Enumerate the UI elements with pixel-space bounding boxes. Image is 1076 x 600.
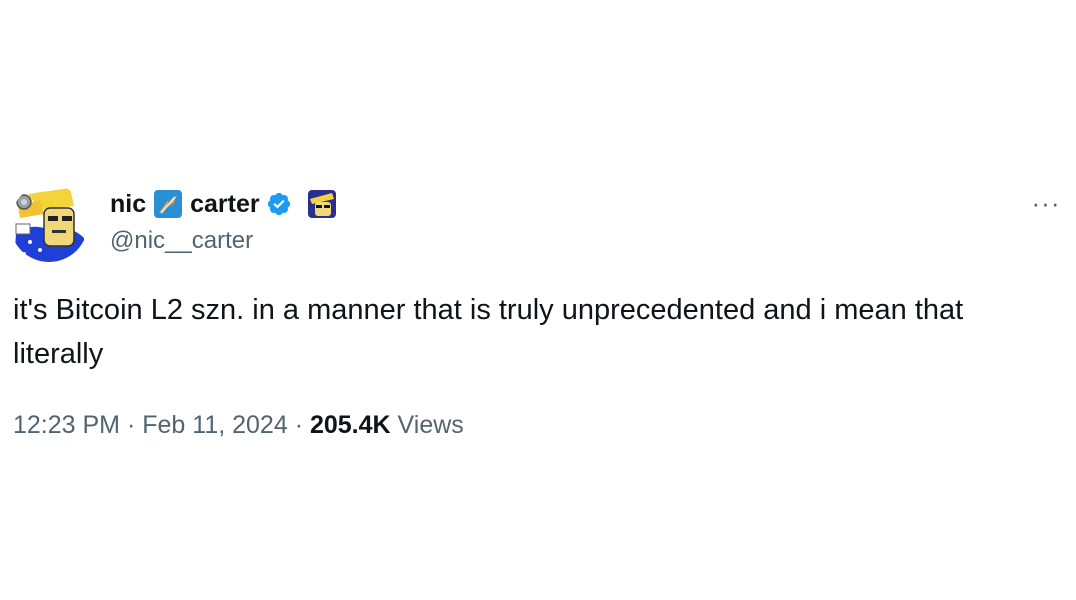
tweet-date: Feb 11, 2024 <box>142 411 288 439</box>
views-label: Views <box>397 411 464 439</box>
more-icon: ··· <box>1031 187 1061 218</box>
tweet-meta: 12:23 PM · Feb 11, 2024 · 205.4K Views <box>13 407 464 443</box>
meta-separator: · <box>294 411 304 439</box>
orange-lightning-square-icon <box>153 189 183 219</box>
tweet-time: 12:23 PM <box>13 411 121 439</box>
tweet-text: it's Bitcoin L2 szn. in a manner that is… <box>13 294 964 370</box>
views-link[interactable]: 205.4K Views <box>310 411 464 439</box>
tweet-card: nic carter @nic__carter ··· it's Bitcoin… <box>0 0 1076 600</box>
author-name-last: carter <box>190 190 260 218</box>
views-count: 205.4K <box>309 411 391 439</box>
author-name[interactable]: nic carter <box>110 186 344 222</box>
avatar-image <box>10 184 88 262</box>
author-name-first: nic <box>110 190 147 218</box>
verified-badge-icon[interactable] <box>266 191 292 217</box>
more-options-button[interactable]: ··· <box>1026 186 1066 220</box>
author-handle[interactable]: @nic__carter <box>110 225 253 257</box>
avatar[interactable] <box>10 184 88 262</box>
tweet-time-link[interactable]: 12:23 PM · Feb 11, 2024 <box>13 411 288 439</box>
sunglasses-character-icon <box>307 189 337 219</box>
meta-separator: · <box>126 411 136 439</box>
